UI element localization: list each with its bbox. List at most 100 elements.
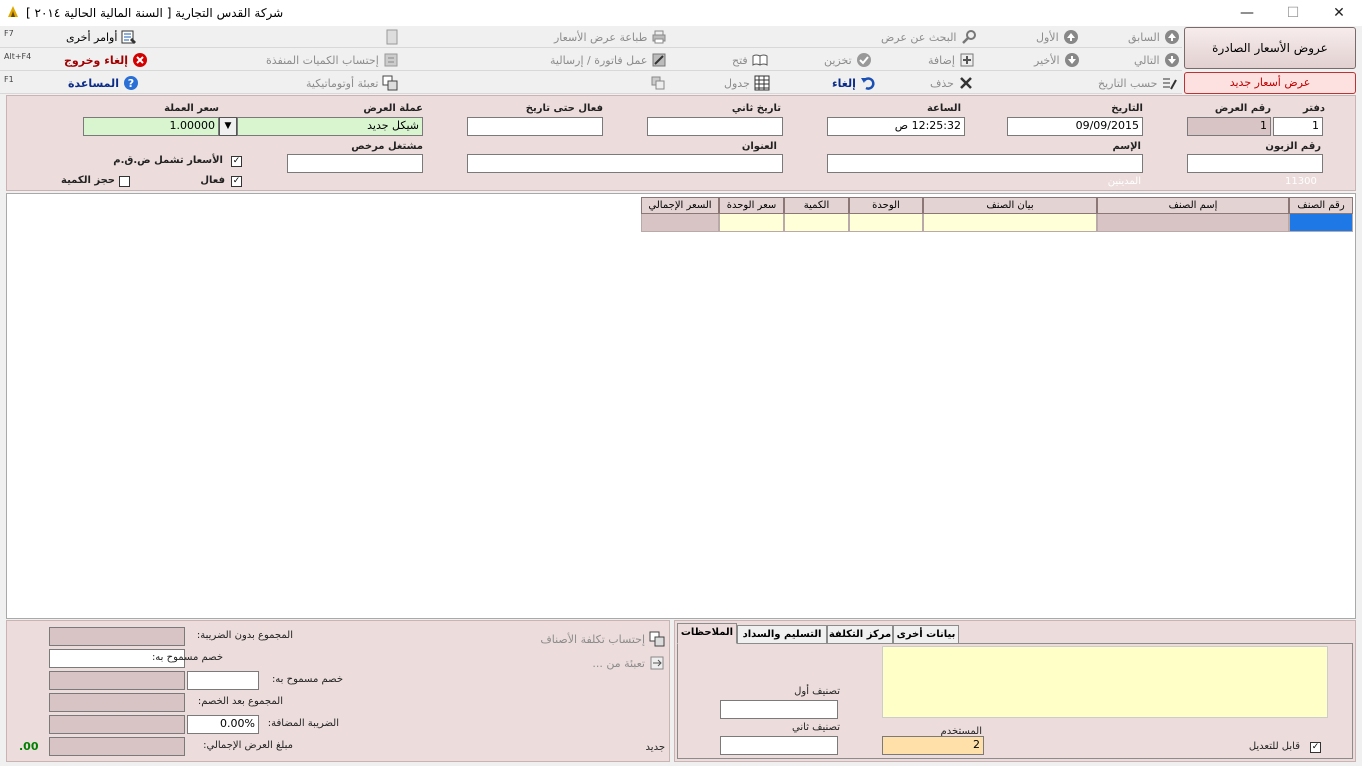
record-status: جديد	[645, 742, 665, 753]
col-total-price[interactable]: السعر الإجمالي	[641, 197, 719, 214]
currency-dropdown-button[interactable]: ▼	[219, 117, 237, 136]
licensed-input[interactable]	[287, 154, 423, 173]
vat-percent[interactable]: 0.00%	[187, 715, 259, 734]
fkey-alt-f4: Alt+F4	[4, 52, 32, 61]
valid-until-label: فعال حتى تاريخ	[525, 103, 603, 114]
fill-from-button[interactable]: تعبئة من ...	[592, 655, 665, 671]
cell-item-desc[interactable]	[923, 214, 1097, 232]
col-item-desc[interactable]: بيان الصنف	[923, 197, 1097, 214]
cell-unit[interactable]	[849, 214, 923, 232]
delete-button[interactable]: حذف	[930, 75, 974, 91]
cancel-label: إلغاء	[832, 76, 856, 90]
autofill-button[interactable]: تعبئة أوتوماتيكية	[306, 75, 398, 91]
add-button[interactable]: إضافة	[928, 52, 975, 68]
cell-quantity[interactable]	[784, 214, 849, 232]
items-grid[interactable]: رقم الصنف إسم الصنف بيان الصنف الوحدة ال…	[6, 193, 1356, 619]
notes-textarea[interactable]	[882, 646, 1328, 718]
edit-list-icon	[1163, 78, 1178, 90]
class1-input[interactable]	[720, 700, 838, 719]
close-button[interactable]: ✕	[1316, 0, 1362, 26]
second-date-input[interactable]	[647, 117, 783, 136]
autofill-label: تعبئة أوتوماتيكية	[306, 76, 379, 90]
calculate-icon	[649, 631, 665, 647]
fkey-f1: F1	[4, 75, 14, 84]
fkey-f7: F7	[4, 29, 14, 38]
vat-included-label: الأسعار تشمل ض.ق.م	[113, 155, 223, 166]
vat-label: الضريبة المضافة:	[267, 718, 339, 729]
discount1-label: خصم مسموح به:	[151, 652, 223, 663]
new-quote-button[interactable]: عرض أسعار جديد	[1184, 72, 1356, 94]
date-input[interactable]: 09/09/2015	[1007, 117, 1143, 136]
time-input[interactable]: 12:25:32 ص	[827, 117, 965, 136]
open-label: فتح	[732, 53, 748, 67]
first-record-label: الأول	[1036, 30, 1059, 44]
help-circle-icon: ?	[123, 76, 138, 90]
close-circle-icon	[133, 53, 148, 67]
minimize-button[interactable]: —	[1224, 0, 1270, 26]
cancel-button[interactable]: إلغاء	[832, 75, 876, 91]
customer-no-input[interactable]	[1187, 154, 1323, 173]
cell-unit-price[interactable]	[719, 214, 784, 232]
cell-item-no[interactable]	[1289, 214, 1353, 232]
address-label: العنوان	[741, 141, 777, 152]
first-record-button[interactable]: الأول	[1036, 29, 1079, 45]
calc-cost-button[interactable]: إحتساب تكلفة الأصناف	[540, 631, 665, 647]
arrow-down-circle-icon	[1164, 53, 1179, 67]
add-label: إضافة	[928, 53, 955, 67]
open-button[interactable]: فتح	[732, 52, 768, 68]
toolbar-row-3	[0, 72, 1182, 94]
col-unit-price[interactable]: سعر الوحدة	[719, 197, 784, 214]
previous-record-button[interactable]: السابق	[1128, 29, 1180, 45]
tab-delivery-payment[interactable]: التسليم والسداد	[737, 625, 827, 644]
invoice-icon	[652, 53, 666, 67]
next-record-button[interactable]: التالي	[1134, 52, 1180, 68]
active-label: فعال	[200, 175, 225, 186]
book-input[interactable]: 1	[1273, 117, 1323, 136]
editable-checkbox[interactable]: ✓	[1310, 742, 1321, 753]
document-icon	[386, 29, 398, 45]
cancel-exit-button[interactable]: إلغاء وخروج	[64, 52, 148, 68]
calc-quantities-button[interactable]: إحتساب الكميات المنفذة	[266, 52, 399, 68]
cell-total-price	[641, 214, 719, 232]
tab-other-data[interactable]: بيانات أخرى	[893, 625, 959, 644]
maximize-button[interactable]: ☐	[1270, 0, 1316, 26]
by-date-label: حسب التاريخ	[1098, 76, 1158, 90]
address-input[interactable]	[467, 154, 783, 173]
table-button[interactable]: جدول	[724, 75, 770, 91]
col-unit[interactable]: الوحدة	[849, 197, 923, 214]
rate-input[interactable]: 1.00000	[83, 117, 219, 136]
calculate-icon	[384, 53, 398, 67]
col-quantity[interactable]: الكمية	[784, 197, 849, 214]
reserve-qty-checkbox[interactable]	[119, 176, 130, 187]
last-record-button[interactable]: الأخير	[1034, 52, 1080, 68]
save-button[interactable]: تخزين	[824, 52, 872, 68]
tab-cost-center[interactable]: مركز التكلفة	[827, 625, 893, 644]
table-aux-button[interactable]	[650, 75, 666, 91]
name-input[interactable]	[827, 154, 1143, 173]
date-label: التاريخ	[1111, 103, 1143, 114]
class2-input[interactable]	[720, 736, 838, 755]
print-quote-button[interactable]: طباعة عرض الأسعار	[554, 29, 667, 45]
other-commands-button[interactable]: أوامر أخرى	[66, 29, 137, 45]
autofill-icon	[382, 75, 398, 91]
table-icon	[754, 75, 770, 91]
col-item-name[interactable]: إسم الصنف	[1097, 197, 1289, 214]
col-item-no[interactable]: رقم الصنف	[1289, 197, 1353, 214]
printer-icon	[652, 30, 666, 44]
issued-quotes-button[interactable]: عروض الأسعار الصادرة	[1184, 27, 1356, 69]
active-checkbox[interactable]: ✓	[231, 176, 242, 187]
help-button[interactable]: ? المساعدة	[68, 75, 139, 91]
account-number: 11300	[1285, 176, 1317, 187]
tab-notes[interactable]: الملاحظات	[677, 623, 737, 644]
cell-item-name[interactable]	[1097, 214, 1289, 232]
make-invoice-button[interactable]: عمل فاتورة / إرسالية	[550, 52, 667, 68]
blank-toolbar-button[interactable]	[384, 29, 400, 45]
discount2-percent[interactable]	[187, 671, 259, 690]
currency-input[interactable]: شيكل جديد	[237, 117, 423, 136]
check-circle-icon	[856, 53, 871, 67]
by-date-button[interactable]: حسب التاريخ	[1098, 75, 1178, 91]
search-quote-button[interactable]: البحث عن عرض	[881, 29, 977, 45]
vat-included-checkbox[interactable]: ✓	[231, 156, 242, 167]
search-quote-label: البحث عن عرض	[881, 30, 957, 44]
valid-until-input[interactable]	[467, 117, 603, 136]
